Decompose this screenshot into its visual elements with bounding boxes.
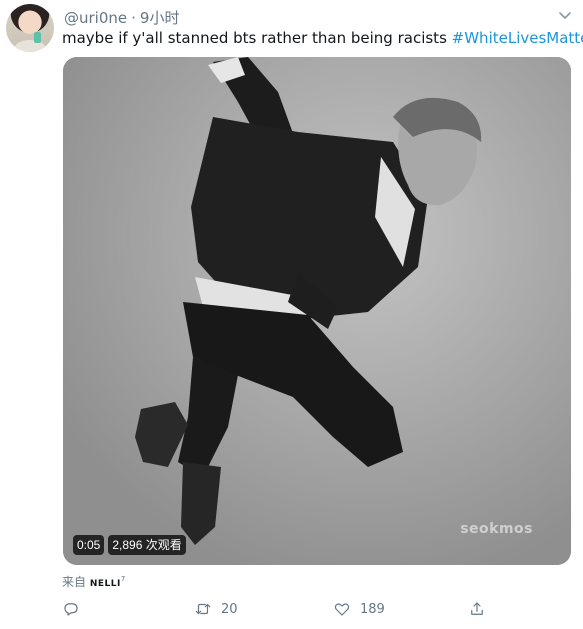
share-button[interactable]: [468, 600, 486, 618]
video-watermark: seokmos: [460, 521, 533, 537]
tweet-source: 来自 NELLI7: [62, 573, 125, 590]
like-icon: [334, 603, 350, 616]
retweet-count: 20: [221, 601, 238, 617]
tweet: @uri0ne · 9小时 maybe if y'all stanned bts r…: [0, 0, 583, 629]
user-handle[interactable]: @uri0ne: [64, 9, 127, 27]
video-overlay: 0:05 2,896 次观看: [73, 535, 186, 555]
tweet-timestamp[interactable]: 9小时: [140, 9, 180, 27]
hashtag-link[interactable]: #WhiteLivesMatter: [452, 29, 583, 47]
retweet-icon: [195, 603, 211, 615]
like-count: 189: [360, 601, 385, 617]
like-button[interactable]: 189: [333, 600, 385, 618]
tweet-text: maybe if y'all stanned bts rather than b…: [62, 28, 583, 48]
tweet-actions: 20 189: [62, 600, 562, 620]
video-view-count: 2,896 次观看: [108, 535, 186, 555]
video-player[interactable]: seokmos 0:05 2,896 次观看: [63, 57, 571, 565]
video-duration: 0:05: [73, 535, 105, 555]
video-frame: [63, 57, 571, 565]
retweet-button[interactable]: 20: [194, 600, 238, 618]
avatar[interactable]: [6, 4, 54, 52]
caret-down-icon[interactable]: [557, 10, 573, 22]
share-icon: [471, 602, 483, 615]
tweet-header: @uri0ne · 9小时: [64, 7, 179, 28]
source-app[interactable]: NELLI: [90, 579, 121, 589]
reply-icon: [64, 603, 78, 616]
reply-button[interactable]: [62, 600, 89, 618]
source-app-sup: 7: [120, 575, 126, 583]
source-prefix: 来自: [62, 575, 87, 589]
header-separator: ·: [131, 9, 136, 27]
tweet-body: maybe if y'all stanned bts rather than b…: [62, 29, 452, 47]
